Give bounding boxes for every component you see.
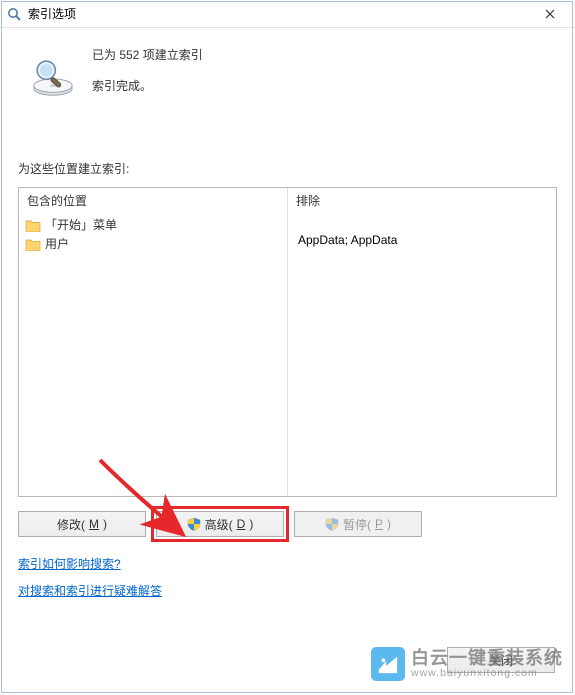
- search-icon: [6, 6, 22, 22]
- pause-button: 暂停(P): [294, 511, 422, 537]
- advanced-button[interactable]: 高级(D): [156, 511, 284, 537]
- close-button[interactable]: 关闭: [447, 647, 555, 673]
- shield-icon: [325, 517, 339, 531]
- shield-icon: [187, 517, 201, 531]
- dialog-border: [1, 1, 573, 693]
- modify-button[interactable]: 修改(M): [18, 511, 146, 537]
- dialog-footer: 关闭: [18, 647, 555, 673]
